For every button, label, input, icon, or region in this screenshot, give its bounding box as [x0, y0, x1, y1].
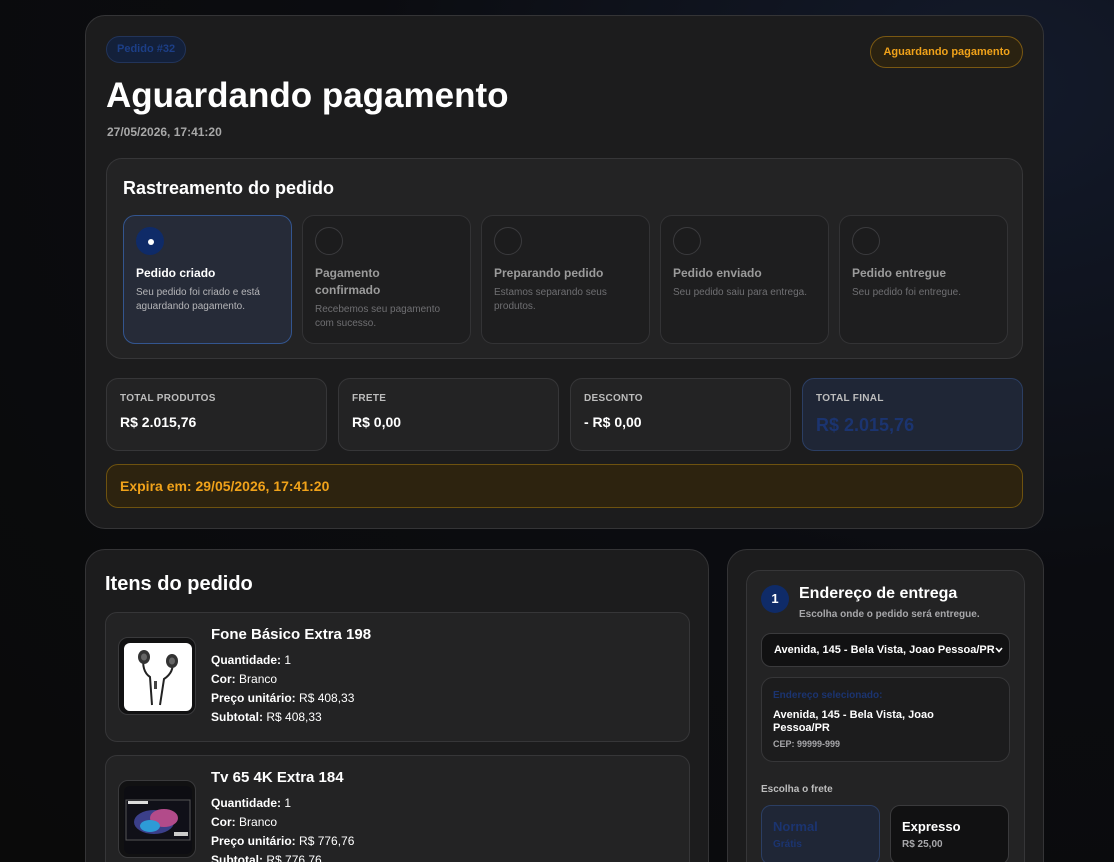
- shipping-option-name: Normal: [773, 819, 818, 834]
- page-title: Aguardando pagamento: [106, 76, 509, 115]
- shipping-option-normal[interactable]: Normal Grátis: [761, 805, 880, 862]
- total-value: R$ 2.015,76: [120, 414, 197, 430]
- delivery-subtitle: Escolha onde o pedido será entregue.: [799, 609, 980, 620]
- order-items-card: Itens do pedido Fone Básico Extra 198 Qu…: [85, 549, 709, 862]
- step-description: Seu pedido saiu para entrega.: [673, 287, 807, 298]
- tracking-step-preparing: Preparando pedido Estamos separando seus…: [481, 215, 650, 344]
- total-value: - R$ 0,00: [584, 414, 642, 430]
- order-tracking-panel: Rastreamento do pedido Pedido criado Seu…: [106, 158, 1023, 359]
- product-color: Cor: Branco: [211, 815, 278, 829]
- items-title: Itens do pedido: [105, 573, 253, 595]
- product-subtotal: Subtotal: R$ 776,76: [211, 853, 322, 862]
- shipping-total-card: FRETE R$ 0,00: [338, 378, 559, 451]
- product-thumbnail: [118, 637, 196, 715]
- tracking-step-delivered: Pedido entregue Seu pedido foi entregue.: [839, 215, 1008, 344]
- total-label: FRETE: [352, 393, 387, 404]
- step-description: Seu pedido foi criado e está aguardando …: [136, 287, 260, 312]
- product-unit-price: Preço unitário: R$ 776,76: [211, 834, 355, 848]
- expiration-notice: Expira em: 29/05/2026, 17:41:20: [106, 464, 1023, 508]
- product-name: Tv 65 4K Extra 184: [211, 769, 344, 786]
- product-subtotal: Subtotal: R$ 408,33: [211, 710, 322, 724]
- tv-image: [124, 786, 192, 854]
- total-value: R$ 2.015,76: [816, 415, 915, 435]
- order-summary-card: Pedido #32 Aguardando pagamento Aguardan…: [85, 15, 1044, 529]
- shipping-option-express[interactable]: Expresso R$ 25,00: [890, 805, 1009, 862]
- step-number-badge: 1: [761, 585, 789, 613]
- step-indicator-icon: [494, 227, 522, 255]
- product-color: Cor: Branco: [211, 672, 278, 686]
- total-label: DESCONTO: [584, 393, 643, 404]
- tracking-step-created: Pedido criado Seu pedido foi criado e es…: [123, 215, 292, 344]
- delivery-title: Endereço de entrega: [799, 585, 958, 602]
- list-item: Tv 65 4K Extra 184 Quantidade: 1 Cor: Br…: [105, 755, 690, 862]
- step-description: Recebemos seu pagamento com sucesso.: [315, 304, 441, 329]
- selected-address-text: Avenida, 145 - Bela Vista, Joao Pessoa/P…: [773, 709, 934, 734]
- step-title: Preparando pedido: [494, 266, 604, 280]
- tracking-title: Rastreamento do pedido: [123, 178, 335, 198]
- step-title: Pedido enviado: [673, 266, 762, 280]
- delivery-card: 1 Endereço de entrega Escolha onde o ped…: [727, 549, 1044, 862]
- shipping-options-title: Escolha o frete: [761, 784, 833, 795]
- discount-card: DESCONTO - R$ 0,00: [570, 378, 791, 451]
- step-indicator-icon: [852, 227, 880, 255]
- step-indicator-icon: [315, 227, 343, 255]
- product-name: Fone Básico Extra 198: [211, 626, 372, 643]
- address-select[interactable]: Avenida, 145 - Bela Vista, Joao Pessoa/P…: [761, 633, 1010, 667]
- shipping-option-name: Expresso: [902, 819, 961, 834]
- earphones-image: [124, 643, 192, 711]
- order-date: 27/05/2026, 17:41:20: [107, 125, 222, 139]
- list-item: Fone Básico Extra 198 Quantidade: 1 Cor:…: [105, 612, 690, 742]
- product-quantity: Quantidade: 1: [211, 796, 292, 810]
- step-indicator-icon: [136, 227, 164, 255]
- step-title: Pagamento confirmado: [315, 266, 381, 297]
- product-quantity: Quantidade: 1: [211, 653, 292, 667]
- shipping-option-price: Grátis: [773, 839, 802, 850]
- tracking-step-shipped: Pedido enviado Seu pedido saiu para entr…: [660, 215, 829, 344]
- total-label: TOTAL FINAL: [816, 393, 884, 404]
- delivery-address-panel: 1 Endereço de entrega Escolha onde o ped…: [746, 570, 1025, 862]
- step-description: Estamos separando seus produtos.: [494, 287, 607, 312]
- step-title: Pedido criado: [136, 266, 216, 280]
- chevron-down-icon: [995, 647, 1003, 653]
- final-total-card: TOTAL FINAL R$ 2.015,76: [802, 378, 1023, 451]
- status-badge: Aguardando pagamento: [870, 36, 1023, 68]
- selected-address-label: Endereço selecionado:: [773, 690, 883, 701]
- tracking-step-payment: Pagamento confirmado Recebemos seu pagam…: [302, 215, 471, 344]
- step-description: Seu pedido foi entregue.: [852, 287, 961, 298]
- total-products-card: TOTAL PRODUTOS R$ 2.015,76: [106, 378, 327, 451]
- address-select-value: Avenida, 145 - Bela Vista, Joao Pessoa/P…: [774, 644, 995, 656]
- shipping-option-price: R$ 25,00: [902, 839, 943, 850]
- selected-address-box: Endereço selecionado: Avenida, 145 - Bel…: [761, 677, 1010, 762]
- step-indicator-icon: [673, 227, 701, 255]
- selected-address-cep: CEP: 99999-999: [773, 739, 841, 749]
- product-thumbnail: [118, 780, 196, 858]
- step-title: Pedido entregue: [852, 266, 947, 280]
- total-label: TOTAL PRODUTOS: [120, 393, 216, 404]
- product-unit-price: Preço unitário: R$ 408,33: [211, 691, 355, 705]
- order-number-badge: Pedido #32: [106, 36, 187, 63]
- total-value: R$ 0,00: [352, 414, 402, 430]
